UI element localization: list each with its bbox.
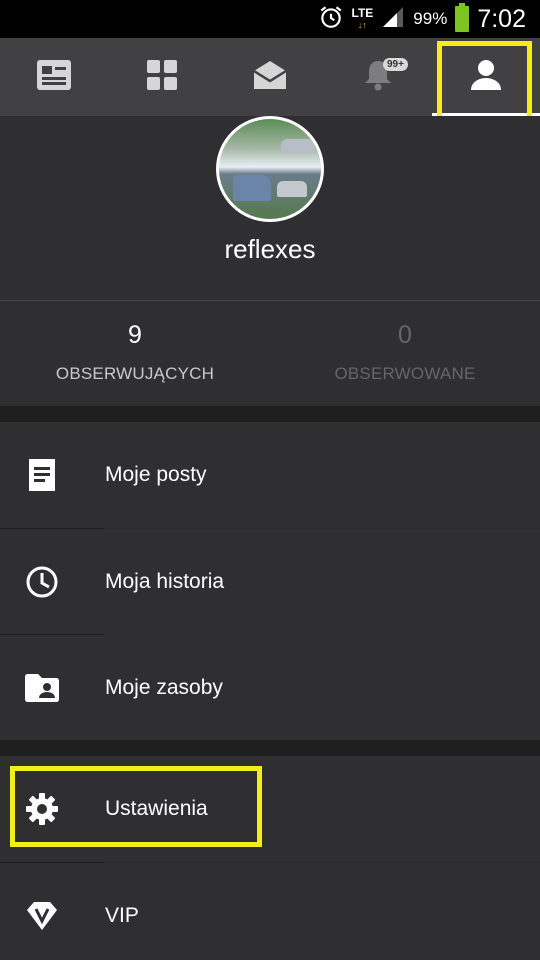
- following-label: OBSERWOWANE: [334, 364, 476, 383]
- gear-icon: [0, 792, 84, 826]
- username: reflexes: [224, 234, 316, 264]
- tab-grid[interactable]: [108, 38, 216, 116]
- tab-notifications[interactable]: 99+: [324, 38, 432, 116]
- clock-icon: [0, 565, 84, 599]
- tab-profile[interactable]: [432, 38, 540, 116]
- menu-item-settings[interactable]: Ustawienia: [0, 756, 540, 862]
- signal-icon: [381, 5, 405, 34]
- network-type: LTE: [351, 5, 374, 20]
- menu-item-my-history[interactable]: Moja historia: [0, 529, 540, 635]
- battery-icon: [455, 3, 470, 32]
- document-icon: [0, 458, 84, 492]
- followers-count: 9: [128, 321, 142, 349]
- avatar[interactable]: [216, 116, 324, 222]
- tab-mail[interactable]: [216, 38, 324, 116]
- notification-badge: 99+: [383, 58, 408, 71]
- top-tab-bar: 99+: [0, 38, 540, 116]
- person-icon: [469, 58, 503, 97]
- alarm-icon: [318, 4, 344, 35]
- menu-item-my-posts[interactable]: Moje posty: [0, 422, 540, 528]
- following-stat[interactable]: 0 OBSERWOWANE: [270, 301, 540, 406]
- mail-icon: [252, 59, 288, 96]
- menu-label-settings: Ustawienia: [105, 797, 208, 820]
- menu-label-vip: VIP: [105, 904, 139, 927]
- grid-icon: [146, 59, 178, 96]
- menu-item-my-resources[interactable]: Moje zasoby: [0, 635, 540, 741]
- news-icon: [36, 59, 72, 96]
- section-separator: [0, 740, 540, 756]
- followers-label: OBSERWUJĄCYCH: [55, 364, 215, 383]
- following-count: 0: [398, 321, 412, 349]
- shared-folder-icon: [0, 673, 84, 703]
- status-bar: LTE ↓↑ 99% 7:02: [0, 0, 540, 38]
- menu-label-my-resources: Moje zasoby: [105, 676, 223, 699]
- tab-news[interactable]: [0, 38, 108, 116]
- follow-stats: 9 OBSERWUJĄCYCH 0 OBSERWOWANE: [0, 300, 540, 406]
- vip-diamond-icon: [0, 901, 84, 931]
- clock: 7:02: [477, 4, 526, 33]
- followers-stat[interactable]: 9 OBSERWUJĄCYCH: [0, 301, 270, 406]
- menu-label-my-posts: Moje posty: [105, 463, 207, 486]
- battery-percent: 99%: [413, 9, 448, 28]
- section-separator: [0, 406, 540, 422]
- profile-header: reflexes: [0, 116, 540, 300]
- menu-item-vip[interactable]: VIP: [0, 863, 540, 960]
- lte-icon: LTE ↓↑: [351, 5, 374, 30]
- menu-label-my-history: Moja historia: [105, 570, 225, 593]
